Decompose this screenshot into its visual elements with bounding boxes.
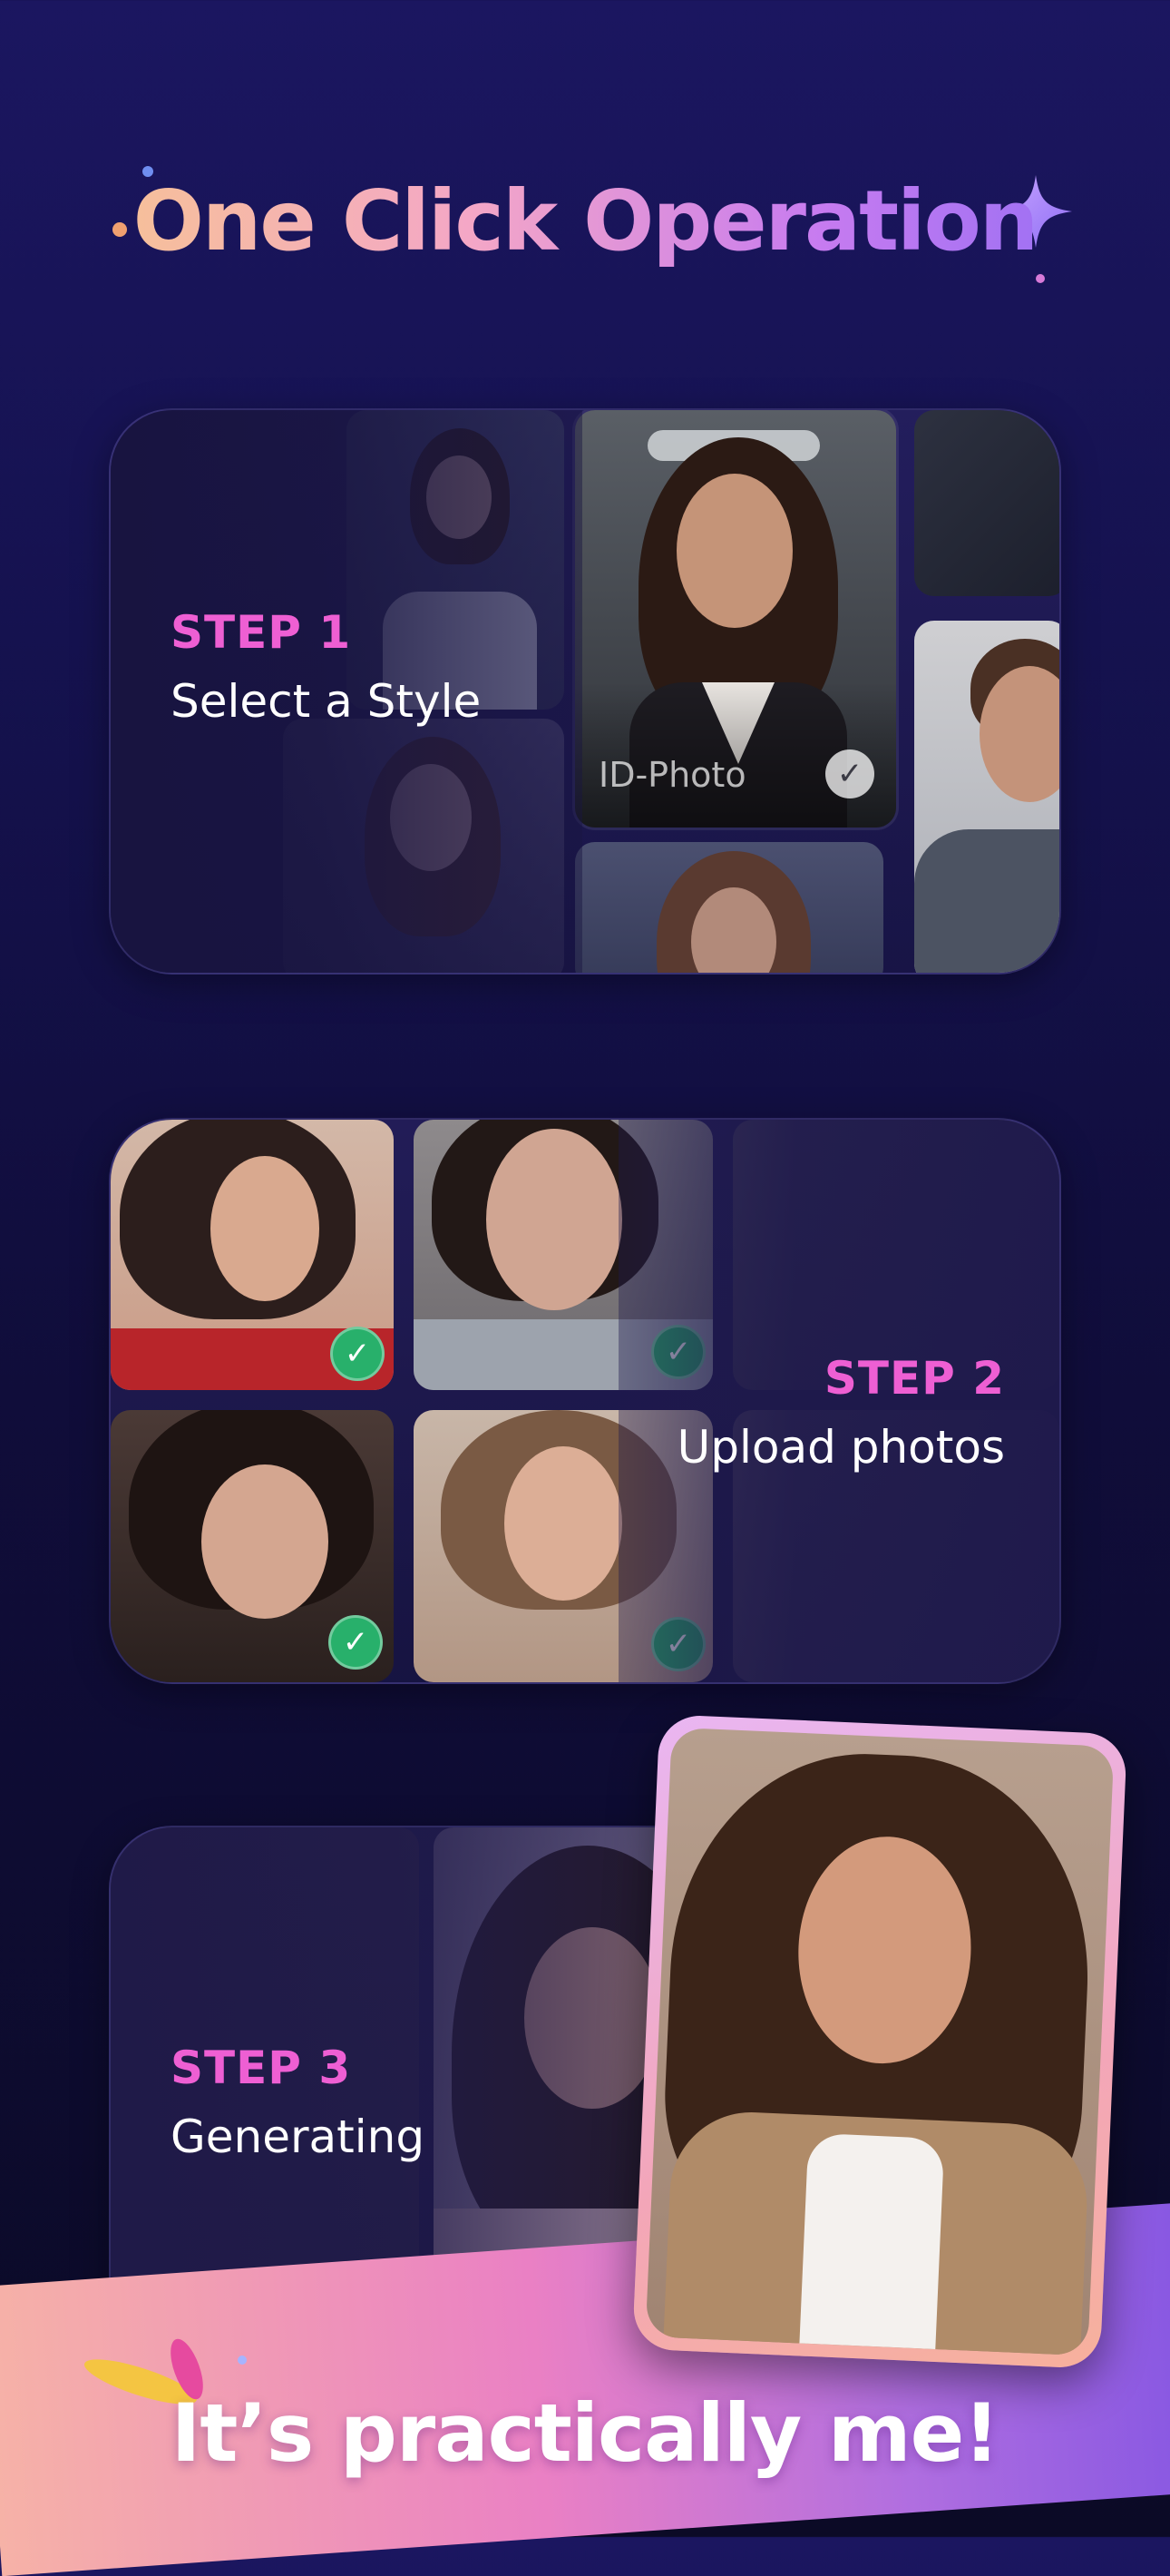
step2-card: ✓ ✓ ✓ ✓ STEP 2 Upload photos (109, 1118, 1061, 1684)
result-photo-image (645, 1727, 1115, 2356)
decor-dot-pink (1036, 274, 1045, 283)
step2-text: Upload photos (677, 1421, 1005, 1474)
style-thumb-suit-top[interactable] (914, 410, 1059, 596)
upload-photo-5[interactable]: ✓ (414, 1410, 713, 1682)
step1-card: ID-Photo ✓ STEP 1 Select a Style (109, 408, 1061, 975)
thumb-suit (914, 829, 1059, 973)
style-name-label: ID-Photo (599, 755, 746, 795)
thumb-face (677, 474, 793, 628)
check-icon: ✓ (651, 1617, 706, 1671)
upload-photo-3[interactable] (733, 1120, 1059, 1390)
footer-slogan: It’s practically me! (171, 2386, 1000, 2480)
check-icon: ✓ (328, 1615, 383, 1670)
step3-label: STEP 3 (171, 2042, 352, 2094)
step1-label: STEP 1 (171, 606, 352, 659)
step2-label: STEP 2 (824, 1352, 1005, 1405)
thumb-face (390, 764, 472, 871)
thumb-face (486, 1129, 622, 1310)
thumb-face (210, 1156, 319, 1301)
step1-text: Select a Style (171, 675, 482, 728)
thumb-face (201, 1464, 328, 1619)
style-thumb-man[interactable] (914, 621, 1059, 973)
style-thumb-portrait[interactable] (575, 842, 883, 973)
check-icon: ✓ (651, 1325, 706, 1379)
upload-photo-1[interactable]: ✓ (111, 1120, 394, 1390)
check-icon: ✓ (825, 749, 874, 798)
thumb-face (426, 455, 492, 539)
style-thumb-id-photo[interactable]: ID-Photo ✓ (575, 410, 896, 828)
style-thumb-smile[interactable] (283, 719, 564, 973)
result-top (798, 2132, 945, 2356)
page-title: One Click Operation (0, 172, 1170, 269)
thumb-face (524, 1927, 660, 2109)
upload-photo-2[interactable]: ✓ (414, 1120, 713, 1390)
thumb-face (504, 1446, 622, 1601)
generated-result-photo (631, 1714, 1128, 2369)
style-thumb-casual[interactable] (346, 410, 564, 710)
upload-photo-4[interactable]: ✓ (111, 1410, 394, 1682)
confetti-dot (238, 2356, 247, 2365)
step3-text: Generating (171, 2111, 425, 2163)
check-icon: ✓ (330, 1327, 385, 1381)
